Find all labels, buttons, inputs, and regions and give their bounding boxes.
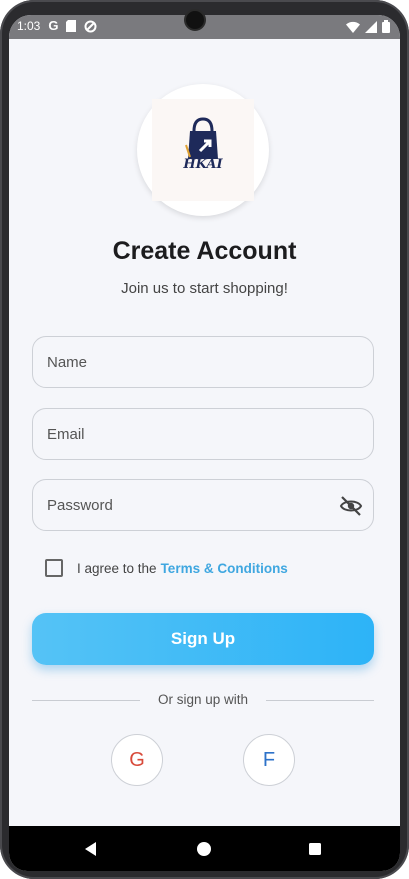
sync-icon	[84, 20, 97, 32]
facebook-sign-up-button[interactable]: F	[243, 734, 295, 786]
status-time: 1:03	[17, 19, 41, 33]
sd-card-icon	[66, 20, 77, 32]
front-camera	[184, 9, 206, 31]
page-title: Create Account	[112, 237, 297, 265]
password-field[interactable]	[32, 479, 374, 531]
page-subtitle: Join us to start shopping!	[121, 280, 288, 297]
password-visibility-toggle[interactable]	[339, 494, 363, 518]
email-input[interactable]	[47, 409, 327, 459]
shopping-bag-icon	[185, 117, 218, 159]
battery-icon	[382, 20, 390, 33]
terms-link[interactable]: Terms & Conditions	[161, 561, 288, 576]
email-field[interactable]	[32, 408, 374, 460]
nav-home-button[interactable]	[194, 839, 214, 859]
home-icon	[197, 842, 211, 856]
eye-off-icon	[339, 496, 363, 516]
logo-image: HKAI	[152, 99, 254, 201]
google-label: G	[129, 748, 145, 771]
google-sign-up-button[interactable]: G	[111, 734, 163, 786]
app-logo: HKAI	[137, 84, 269, 216]
google-icon: G	[48, 18, 59, 33]
wifi-icon	[346, 21, 360, 33]
name-field[interactable]	[32, 336, 374, 388]
terms-checkbox[interactable]	[45, 559, 63, 577]
divider-line-right	[266, 700, 374, 701]
app-screen: 1:03 G HKAI Create Account Join us to st…	[9, 15, 400, 871]
logo-text: HKAI	[183, 157, 223, 172]
recents-icon	[309, 843, 321, 855]
navigation-bar	[9, 826, 400, 871]
facebook-label: F	[262, 748, 276, 771]
password-input[interactable]	[47, 480, 327, 530]
terms-row: I agree to the Terms & Conditions	[45, 558, 288, 578]
back-icon	[85, 842, 96, 856]
device-frame: 1:03 G HKAI Create Account Join us to st…	[0, 0, 409, 879]
sign-up-button[interactable]: Sign Up	[32, 613, 374, 665]
social-divider: Or sign up with	[32, 691, 374, 709]
name-input[interactable]	[47, 337, 327, 387]
nav-back-button[interactable]	[81, 839, 101, 859]
nav-recents-button[interactable]	[305, 839, 325, 859]
signal-icon	[365, 20, 377, 33]
terms-text: I agree to the	[77, 560, 157, 576]
